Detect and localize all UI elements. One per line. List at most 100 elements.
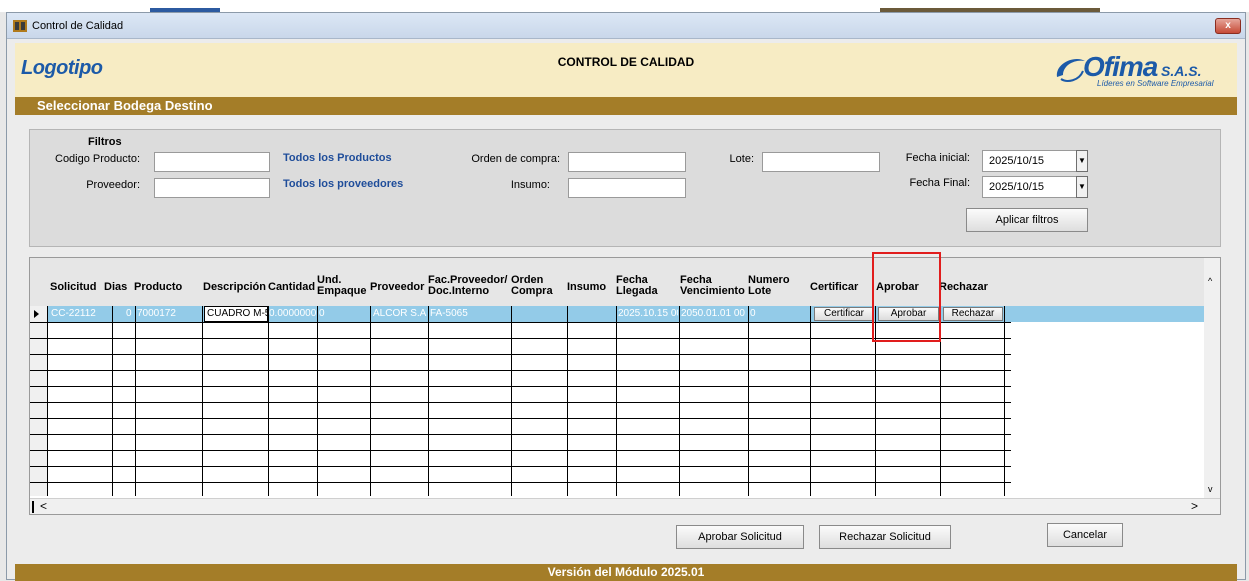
cell-producto[interactable]: 7000172 (137, 308, 199, 319)
cell-und-empaque[interactable]: 0 (319, 308, 367, 319)
codigo-producto-label: Codigo Producto: (55, 153, 140, 165)
column-header[interactable]: Dias (104, 282, 127, 293)
todos-proveedores-link[interactable]: Todos los proveedores (283, 178, 403, 190)
cell-cantidad[interactable]: 0.0000000 (269, 308, 316, 319)
cell-solicitud[interactable]: CC-22112 (51, 308, 103, 319)
grid-column-divider (370, 306, 371, 496)
column-header[interactable]: Descripción (203, 282, 266, 293)
ofima-logo: Ofima S.A.S. Líderes en Software Empresa… (1053, 49, 1223, 93)
scroll-down-icon[interactable]: v (1208, 484, 1213, 494)
codigo-producto-input[interactable] (154, 152, 270, 172)
table-row-selected-fill (1011, 306, 1206, 322)
column-header[interactable]: Und. Empaque (317, 275, 367, 297)
column-header[interactable]: Insumo (567, 282, 606, 293)
grid-column-divider (511, 306, 512, 496)
cell-fecha-vencimiento[interactable]: 2050.01.01 00 (681, 308, 747, 319)
cell-fac-proveedor[interactable]: FA-5065 (430, 308, 510, 319)
column-header[interactable]: Cantidad (268, 282, 315, 293)
column-header[interactable]: Rechazar (939, 282, 988, 293)
column-header[interactable]: Fac.Proveedor/ Doc.Interno (428, 275, 510, 297)
grid-row-divider (30, 322, 1011, 323)
cell-descripcion-editing[interactable]: CUADRO M-5 (204, 306, 268, 322)
grid-column-divider (616, 306, 617, 496)
cell-fecha-llegada[interactable]: 2025.10.15 00 (618, 308, 678, 319)
rechazar-solicitud-button[interactable]: Rechazar Solicitud (819, 525, 951, 549)
fecha-final-picker[interactable]: 2025/10/15 ▼ (982, 176, 1088, 198)
fecha-inicial-picker[interactable]: 2025/10/15 ▼ (982, 150, 1088, 172)
app-icon (13, 20, 27, 32)
cell-dias[interactable]: 0 (126, 308, 134, 319)
cell-proveedor[interactable]: ALCOR S.A. (373, 308, 427, 319)
grid-row-divider (30, 450, 1011, 451)
grid-row-divider (30, 386, 1011, 387)
quality-control-window: Control de Calidad x Logotipo CONTROL DE… (6, 12, 1246, 581)
desktop-strip (0, 0, 1249, 12)
horizontal-scrollbar[interactable]: < > (30, 498, 1220, 514)
orden-compra-label: Orden de compra: (471, 153, 560, 165)
aprobar-column-highlight (872, 252, 941, 342)
column-header[interactable]: Numero Lote (748, 275, 808, 297)
scroll-right-icon[interactable]: > (1191, 499, 1198, 513)
fecha-inicial-label: Fecha inicial: (905, 152, 970, 164)
column-header[interactable]: Orden Compra (511, 275, 561, 297)
grid-column-divider (202, 306, 203, 496)
scroll-position-indicator (32, 501, 34, 513)
scroll-up-icon[interactable]: ^ (1208, 276, 1212, 286)
grid-column-divider (567, 306, 568, 496)
brand-suffix: S.A.S. (1161, 63, 1202, 79)
chevron-down-icon[interactable]: ▼ (1076, 150, 1088, 172)
grid-column-divider (135, 306, 136, 496)
fecha-final-value: 2025/10/15 (989, 181, 1045, 193)
title-bar: Control de Calidad x (7, 13, 1245, 39)
header-band: Logotipo CONTROL DE CALIDAD Ofima S.A.S.… (15, 43, 1237, 97)
grid-row-divider (30, 434, 1011, 435)
column-header[interactable]: Solicitud (50, 282, 96, 293)
requests-grid: Solicitud Dias Producto Descripción Cant… (29, 257, 1221, 515)
grid-row-divider (30, 354, 1011, 355)
todos-productos-link[interactable]: Todos los Productos (283, 152, 392, 164)
column-header[interactable]: Certificar (810, 282, 858, 293)
grid-column-divider (317, 306, 318, 496)
ofima-swoosh-icon (1056, 58, 1085, 82)
grid-row-divider (30, 482, 1011, 483)
filters-panel: Filtros Codigo Producto: Todos los Produ… (29, 129, 1221, 247)
window-title: Control de Calidad (32, 20, 124, 32)
grid-row-divider (30, 418, 1011, 419)
proveedor-input[interactable] (154, 178, 270, 198)
insumo-label: Insumo: (510, 179, 550, 191)
column-header[interactable]: Proveedor (370, 282, 424, 293)
lote-input[interactable] (762, 152, 880, 172)
grid-column-divider (1004, 306, 1005, 496)
fecha-final-label: Fecha Final: (909, 177, 970, 189)
grid-row-divider (30, 370, 1011, 371)
cancel-button[interactable]: Cancelar (1047, 523, 1123, 547)
grid-column-divider (428, 306, 429, 496)
grid-row-divider (30, 402, 1011, 403)
orden-compra-input[interactable] (568, 152, 686, 172)
grid-column-divider (112, 306, 113, 496)
certificar-button[interactable]: Certificar (814, 307, 874, 321)
fecha-inicial-value: 2025/10/15 (989, 155, 1045, 167)
grid-column-divider (268, 306, 269, 496)
apply-filters-button[interactable]: Aplicar filtros (966, 208, 1088, 232)
version-footer: Versión del Módulo 2025.01 (15, 564, 1237, 581)
column-header[interactable]: Fecha Vencimiento (680, 275, 748, 297)
aprobar-solicitud-button[interactable]: Aprobar Solicitud (676, 525, 804, 549)
grid-column-divider (748, 306, 749, 496)
lote-label: Lote: (729, 153, 754, 165)
column-header[interactable]: Producto (134, 282, 182, 293)
rechazar-button[interactable]: Rechazar (943, 307, 1003, 321)
current-row-pointer-icon (34, 310, 39, 318)
filters-heading: Filtros (88, 136, 122, 148)
grid-column-divider (679, 306, 680, 496)
cell-numero-lote[interactable]: 0 (750, 308, 808, 319)
close-button[interactable]: x (1215, 18, 1241, 34)
scroll-left-icon[interactable]: < (40, 499, 47, 513)
grid-row-divider (30, 466, 1011, 467)
column-header[interactable]: Fecha Llegada (616, 275, 674, 297)
vertical-scrollbar[interactable]: ^ v (1204, 258, 1220, 500)
grid-column-divider (810, 306, 811, 496)
insumo-input[interactable] (568, 178, 686, 198)
brand-tagline: Líderes en Software Empresarial (1097, 79, 1214, 88)
chevron-down-icon[interactable]: ▼ (1076, 176, 1088, 198)
